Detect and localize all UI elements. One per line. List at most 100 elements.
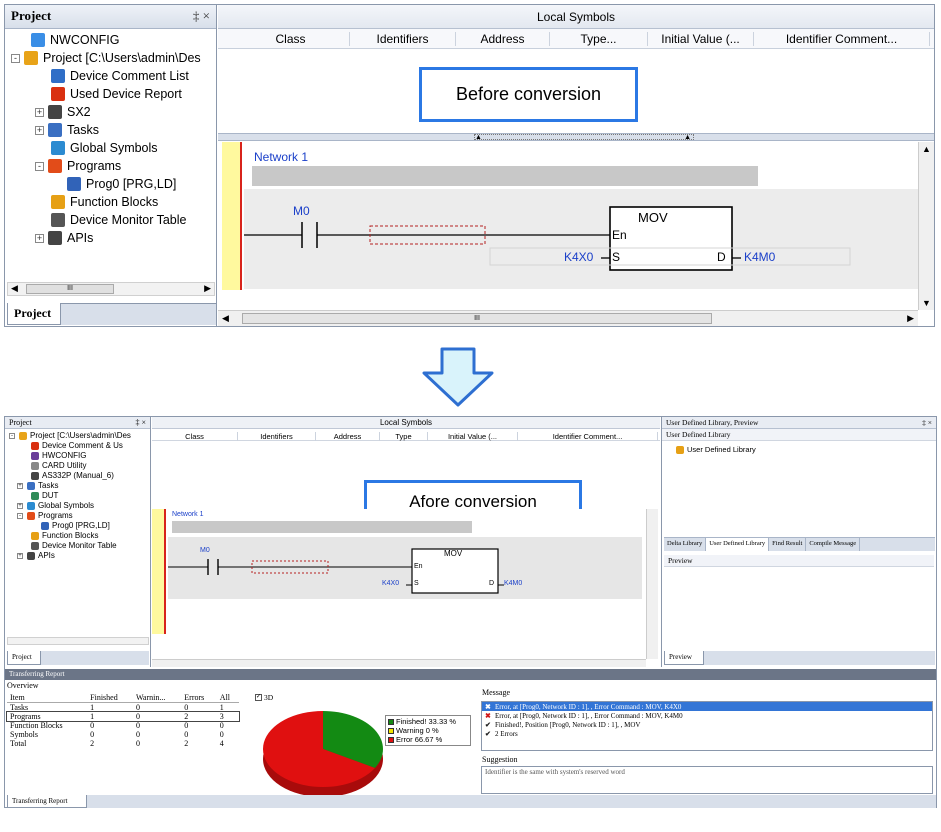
column-header[interactable]: Type...	[550, 32, 648, 46]
tree-item[interactable]: Device Comment & Us	[31, 441, 123, 450]
table-row[interactable]: Programs 1 0 2 3	[6, 711, 240, 722]
scroll-thumb[interactable]: III	[26, 284, 114, 294]
report-tab[interactable]: Transferring Report	[7, 795, 87, 808]
expand-icon[interactable]: +	[35, 125, 44, 135]
scroll-right-icon[interactable]: ▶	[907, 313, 914, 324]
table-cell: 2	[90, 739, 95, 748]
bottom-editor-hscrollbar[interactable]	[152, 659, 646, 667]
tree-item[interactable]: - Programs	[35, 157, 121, 175]
scroll-left-icon[interactable]: ◀	[11, 283, 18, 294]
pin-close-icon[interactable]: ‡ ×	[135, 418, 146, 427]
tree-item[interactable]: Function Blocks	[51, 193, 158, 211]
column-header[interactable]: Class	[152, 432, 238, 441]
overview-column-header[interactable]: Errors	[181, 693, 217, 703]
tree-item[interactable]: Prog0 [PRG,LD]	[67, 175, 176, 193]
overview-column-header[interactable]: All	[217, 693, 239, 703]
checkbox-checked-icon[interactable]: ✓	[255, 694, 262, 701]
bottom-editor-vscrollbar[interactable]	[646, 509, 658, 659]
project-tab[interactable]: Project	[7, 303, 61, 325]
tree-item[interactable]: Function Blocks	[31, 531, 98, 540]
column-header[interactable]: Identifier Comment...	[518, 432, 658, 441]
column-header[interactable]: Address	[456, 32, 550, 46]
tree-item[interactable]: Prog0 [PRG,LD]	[41, 521, 110, 530]
table-row[interactable]: Tasks 1 0 0 1	[7, 703, 239, 712]
tree-item[interactable]: AS332P (Manual_6)	[31, 471, 114, 480]
expand-icon[interactable]: +	[35, 107, 44, 117]
network-comment-bar[interactable]	[252, 166, 758, 186]
editor-hscrollbar[interactable]: ◀ III ▶	[218, 310, 918, 326]
check-icon: ✔	[485, 729, 491, 738]
message-item[interactable]: ✖ Error, at [Prog0, Network ID : 1], , Er…	[482, 711, 932, 720]
column-header[interactable]: Class	[232, 32, 350, 46]
tree-item[interactable]: Device Monitor Table	[51, 211, 187, 229]
overview-column-header[interactable]: Warnin...	[133, 693, 181, 703]
tree-item[interactable]: Global Symbols	[51, 139, 158, 157]
expand-icon[interactable]: +	[17, 502, 23, 509]
tree-item[interactable]: Used Device Report	[51, 85, 182, 103]
splitter-handle[interactable]: ▲ ▲	[474, 134, 694, 141]
table-row[interactable]: Total 2 0 2 4	[7, 739, 239, 748]
library-tree-item[interactable]: User Defined Library	[676, 445, 756, 454]
tree-item[interactable]: + APIs	[35, 229, 93, 247]
tree-item[interactable]: - Project [C:\Users\admin\Des	[9, 431, 131, 440]
splitter[interactable]: ▲ ▲	[218, 133, 934, 141]
expand-icon[interactable]: +	[35, 233, 44, 243]
tree-item[interactable]: + Global Symbols	[17, 501, 94, 510]
tree-item[interactable]: Device Monitor Table	[31, 541, 117, 550]
output-operand[interactable]: K4M0	[744, 250, 775, 264]
expand-icon[interactable]: -	[9, 432, 15, 439]
preview-tab[interactable]: Preview	[664, 651, 704, 665]
library-tab[interactable]: User Defined Library	[706, 538, 770, 551]
bottom-project-hscrollbar[interactable]	[7, 637, 149, 645]
tree-item[interactable]: + Tasks	[35, 121, 99, 139]
scroll-up-icon[interactable]: ▲	[922, 144, 931, 154]
table-row[interactable]: Symbols 0 0 0 0	[7, 730, 239, 739]
chart-3d-checkbox[interactable]: ✓ 3D	[255, 693, 273, 702]
tree-item[interactable]: DUT	[31, 491, 58, 500]
expand-icon[interactable]: -	[17, 512, 23, 519]
column-header[interactable]: Initial Value (...	[648, 32, 754, 46]
tree-item[interactable]: NWCONFIG	[31, 31, 119, 49]
column-header[interactable]: Identifier Comment...	[754, 32, 930, 46]
tree-item[interactable]: + APIs	[17, 551, 55, 560]
project-hscrollbar[interactable]: ◀ III ▶	[7, 282, 215, 296]
bottom-input-operand[interactable]: K4X0	[382, 580, 399, 587]
scroll-left-icon[interactable]: ◀	[222, 313, 229, 324]
table-cell: 3	[219, 712, 224, 721]
library-tab[interactable]: Compile Message	[806, 538, 861, 551]
pin-close-icon[interactable]: ‡ ×	[193, 8, 210, 24]
tree-item[interactable]: - Project [C:\Users\admin\Des	[11, 49, 201, 67]
message-item[interactable]: ✔ Finished!, Position [Prog0, Network ID …	[482, 720, 932, 729]
bottom-comment-bar[interactable]	[172, 521, 472, 533]
message-item[interactable]: ✖ Error, at [Prog0, Network ID : 1], , Er…	[482, 702, 932, 711]
scroll-thumb[interactable]: III	[242, 313, 712, 324]
column-header[interactable]: Identifiers	[350, 32, 456, 46]
tree-item[interactable]: - Programs	[17, 511, 73, 520]
expand-icon[interactable]: +	[17, 552, 23, 559]
library-tab[interactable]: Find Result	[769, 538, 807, 551]
tree-item[interactable]: + Tasks	[17, 481, 58, 490]
table-row[interactable]: Function Blocks 0 0 0 0	[7, 721, 239, 730]
bottom-output-operand[interactable]: K4M0	[504, 580, 522, 587]
scroll-down-icon[interactable]: ▼	[922, 298, 931, 308]
library-tab[interactable]: Delta Library	[664, 538, 707, 551]
expand-icon[interactable]: -	[11, 53, 20, 63]
bottom-project-tab[interactable]: Project	[7, 651, 41, 665]
column-header[interactable]: Type	[380, 432, 428, 441]
column-header[interactable]: Identifiers	[238, 432, 316, 441]
column-header[interactable]: Address	[316, 432, 380, 441]
expand-icon[interactable]: -	[35, 161, 44, 171]
expand-icon[interactable]: +	[17, 482, 23, 489]
tree-item[interactable]: Device Comment List	[51, 67, 189, 85]
library-pin-icon[interactable]: ‡ ×	[922, 418, 932, 427]
input-operand[interactable]: K4X0	[564, 250, 593, 264]
editor-vscrollbar[interactable]: ▲ ▼	[918, 142, 934, 310]
column-header[interactable]: Initial Value (...	[428, 432, 518, 441]
tree-item[interactable]: + SX2	[35, 103, 91, 121]
tree-item[interactable]: CARD Utility	[31, 461, 86, 470]
message-item[interactable]: ✔ 2 Errors	[482, 729, 932, 738]
scroll-right-icon[interactable]: ▶	[204, 283, 211, 294]
overview-column-header[interactable]: Finished	[87, 693, 133, 703]
tree-item[interactable]: HWCONFIG	[31, 451, 86, 460]
overview-column-header[interactable]: Item	[7, 693, 87, 703]
